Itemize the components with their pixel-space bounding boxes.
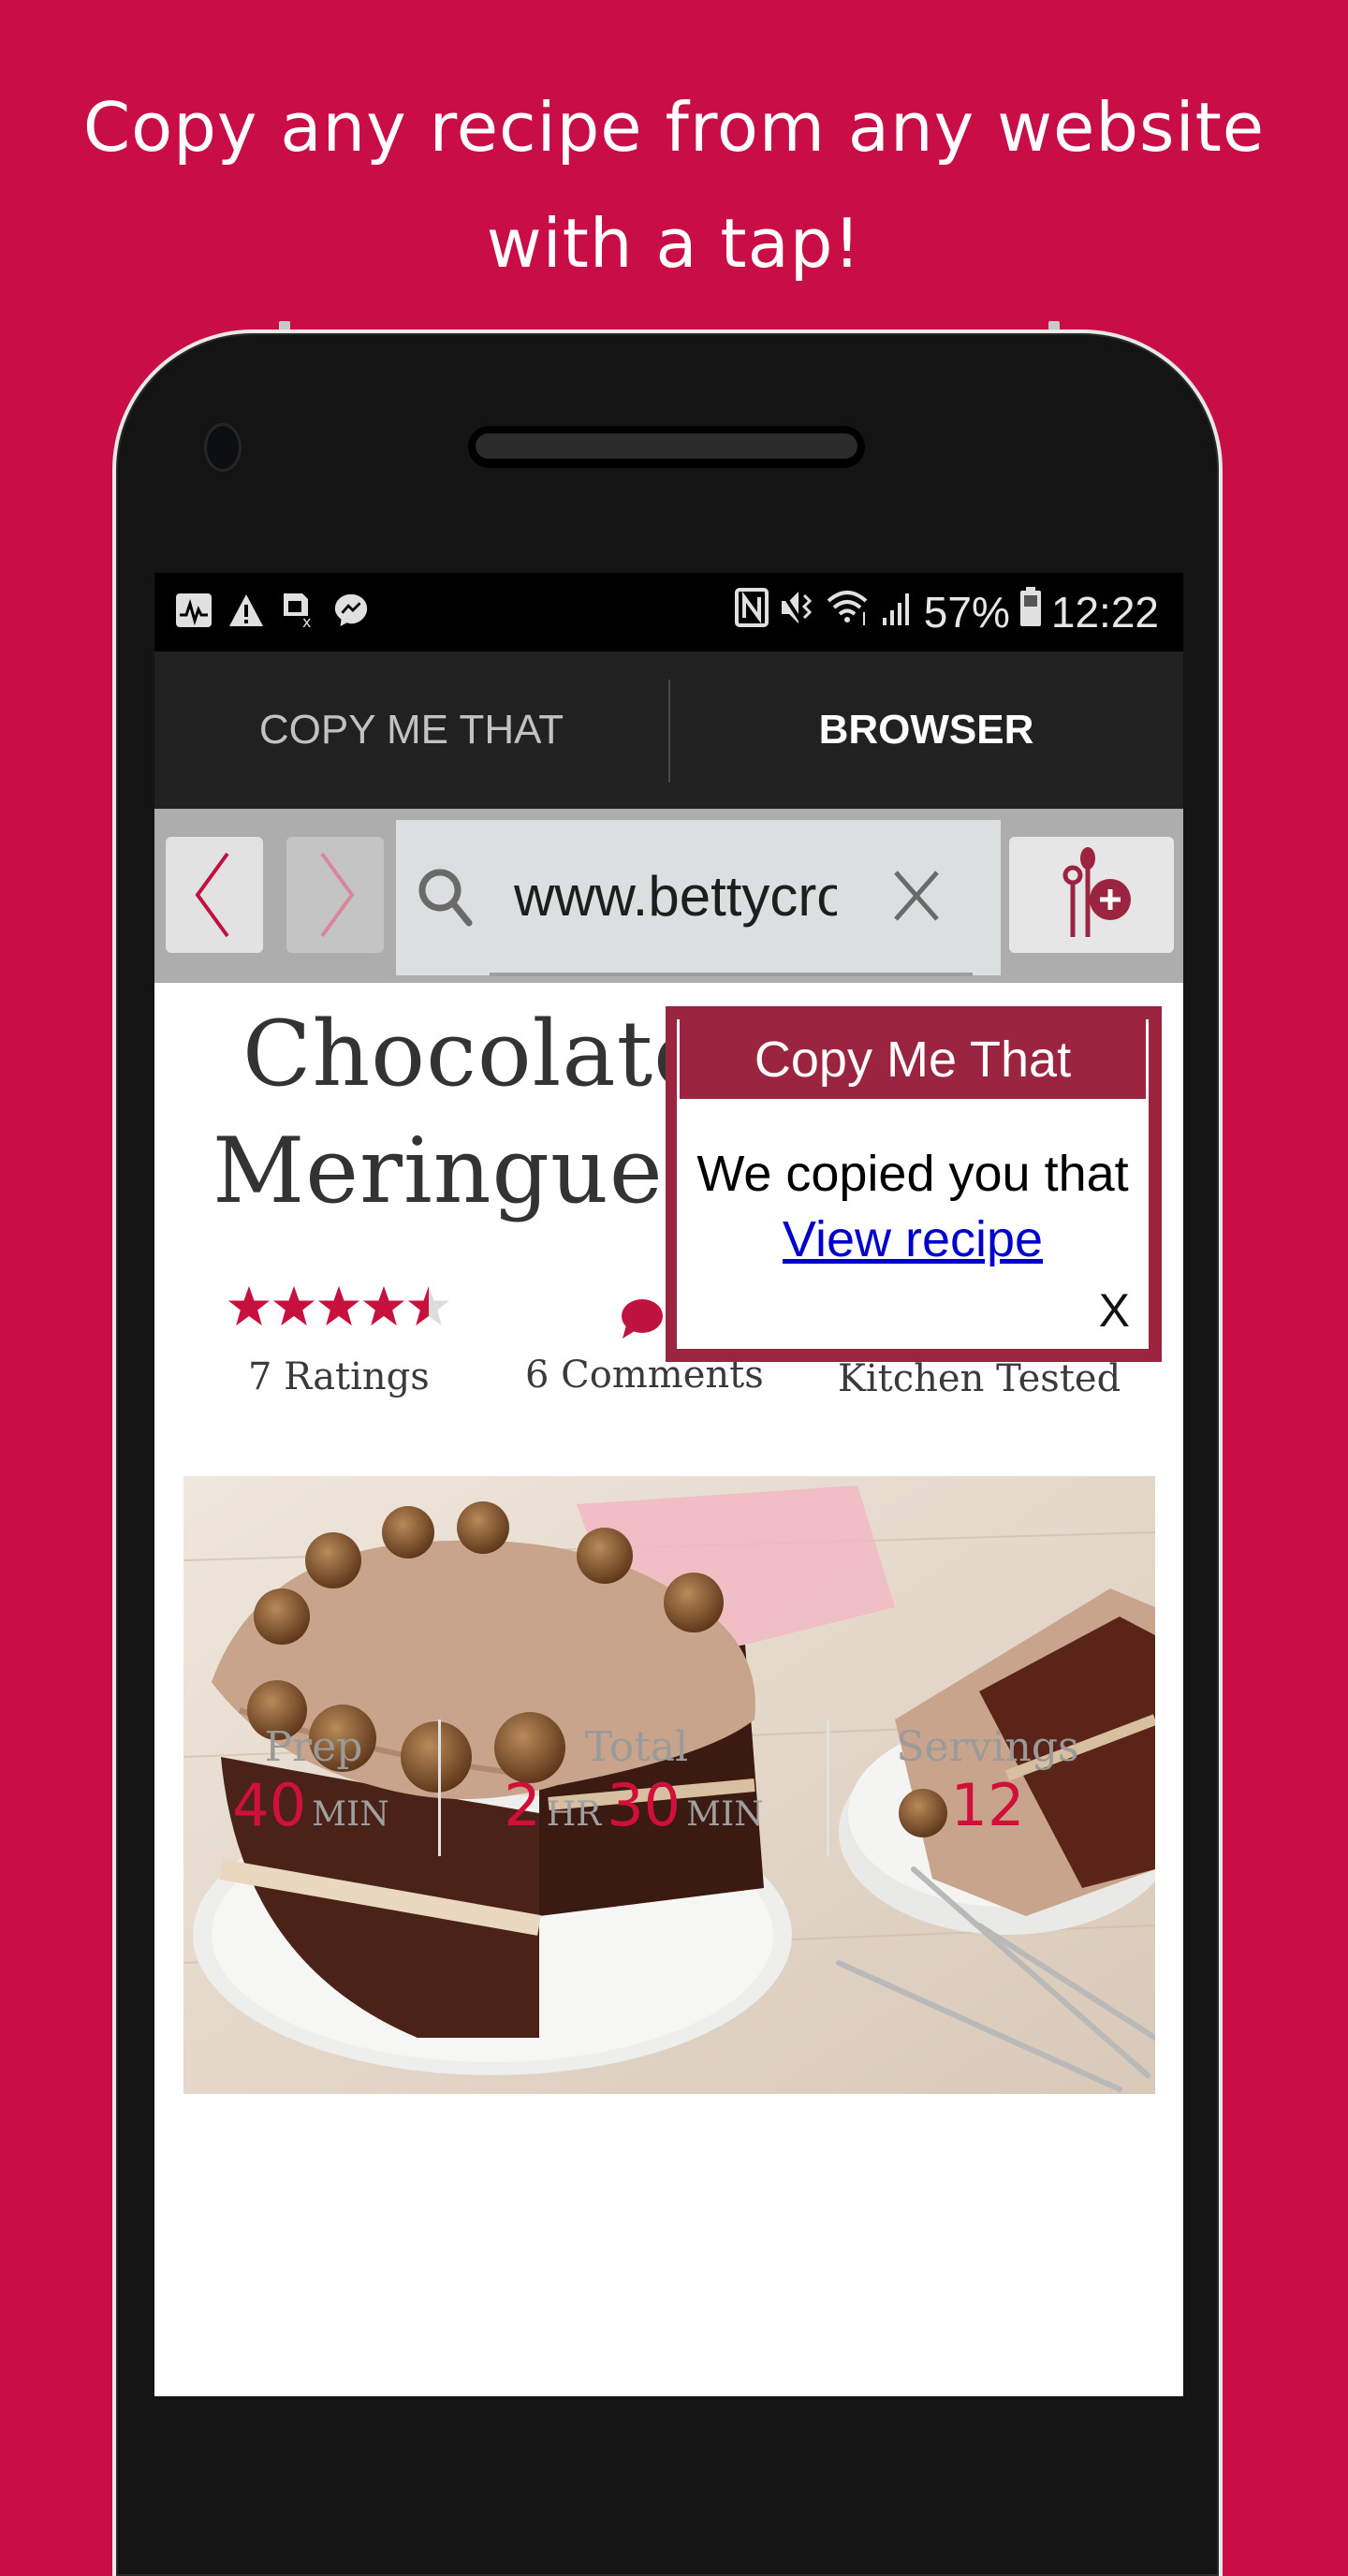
total-hours-unit: HR [546,1795,602,1834]
warning-icon [227,590,265,631]
vibrate-icon [778,587,815,637]
front-camera-icon [204,423,242,472]
popup-body: We copied you that View recipe [677,1141,1149,1272]
app-tab-bar: COPY ME THAT BROWSER [154,651,1183,886]
nfc-icon [734,587,769,637]
ratings-count[interactable]: 7 Ratings [248,1355,430,1398]
stat-total: Total 2 HR30 MIN [468,1722,805,1848]
popup-message: We copied you that [696,1146,1129,1202]
star-icon [362,1285,405,1326]
address-underline [490,973,973,976]
stat-prep: Prep 40 MIN [211,1722,417,1848]
wifi-icon [825,587,872,637]
messenger-icon [332,590,370,631]
recipe-title-line-2: Meringue [212,1119,664,1223]
status-right: 57% 12:22 [734,586,1159,637]
popup-title: Copy Me That [677,1019,1149,1102]
servings-value: 12 [950,1771,1025,1839]
servings-label: Servings [896,1723,1079,1771]
phone-screen: x 57% 12:22 COPY ME THAT BROWSER www.bet… [154,573,1183,2396]
health-monitor-icon [175,590,212,631]
earpiece-speaker [468,426,865,468]
star-icon [317,1285,360,1326]
tab-copy-me-that[interactable]: COPY ME THAT [154,651,668,809]
prep-label: Prep [264,1723,363,1771]
prep-unit: MIN [312,1795,389,1834]
star-icon [227,1285,271,1326]
promo-headline: Copy any recipe from any website with a … [0,69,1348,301]
back-button[interactable] [166,837,263,953]
tab-browser[interactable]: BROWSER [669,651,1183,809]
total-value: 2 HR30 MIN [468,1773,805,1848]
copy-recipe-add-icon [1062,847,1131,937]
no-sim-icon: x [280,590,317,631]
status-left-icons: x [175,590,370,631]
chevron-right-icon [320,852,355,938]
battery-percent: 57% [923,587,1010,637]
prep-minutes: 40 [232,1771,307,1839]
star-icon [272,1285,315,1326]
status-bar: x 57% 12:22 [154,573,1183,651]
star-icon [407,1285,450,1326]
headline-line-1: Copy any recipe from any website [82,88,1266,167]
view-recipe-link[interactable]: View recipe [677,1207,1149,1272]
search-icon [418,869,473,927]
kitchen-tested-badge: Kitchen Tested [838,1357,1121,1400]
recipe-title-line-1: Chocolate [242,1002,708,1106]
copied-popup: Copy Me That We copied you that View rec… [666,1006,1162,1362]
recipe-title: Chocolate Meringue [212,996,708,1230]
prep-value: 40 MIN [211,1773,417,1848]
star-rating[interactable] [227,1282,450,1329]
forward-button[interactable] [286,837,384,953]
stat-servings: Servings 12 [847,1722,1128,1838]
recipe-stats: Prep 40 MIN Total 2 HR30 MIN Servings 12 [154,1722,1183,1863]
total-label: Total [584,1723,689,1771]
total-hours: 2 [504,1771,541,1839]
address-bar[interactable] [396,820,1001,976]
headline-line-2: with a tap! [486,204,862,283]
signal-icon [881,587,915,637]
comment-icon [622,1299,663,1339]
popup-close-button[interactable]: X [1099,1283,1130,1338]
total-minutes: 30 [607,1771,681,1839]
svg-text:x: x [302,613,311,629]
clock: 12:22 [1050,587,1159,637]
chevron-left-icon [195,852,229,938]
battery-icon [1019,586,1042,637]
url-input[interactable] [514,859,837,934]
total-minutes-unit: MIN [686,1795,764,1834]
popup-inner: Copy Me That We copied you that View rec… [677,1019,1149,1349]
browser-toolbar [154,809,1183,983]
copy-recipe-button[interactable] [1009,837,1174,953]
web-page-content: Chocolate Meringue 7 Ratings 6 Comments … [154,983,1183,2396]
close-icon[interactable] [888,863,945,929]
